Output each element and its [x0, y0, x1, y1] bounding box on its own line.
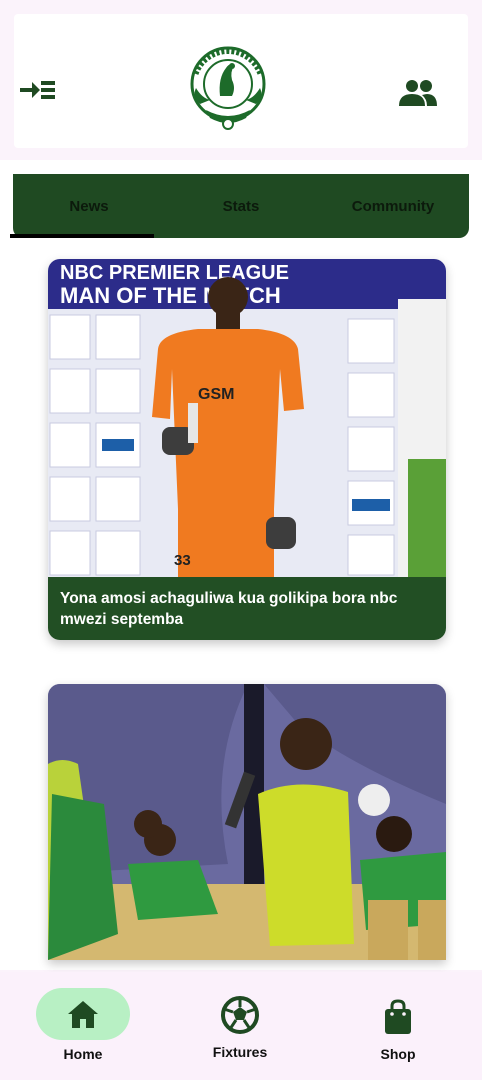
nav-fixtures[interactable]: Fixtures — [200, 992, 280, 1060]
community-people-icon[interactable] — [398, 78, 438, 108]
menu-open-icon[interactable] — [20, 78, 56, 102]
news-card[interactable]: NBC PREMIER LEAGUE MAN OF THE MATCH GSM … — [48, 259, 446, 640]
shirt-number: 33 — [174, 552, 191, 569]
active-nav-pill — [36, 988, 130, 1040]
active-tab-indicator — [10, 234, 154, 238]
news-card[interactable] — [48, 684, 446, 960]
shopping-bag-icon — [385, 999, 411, 1034]
club-logo — [186, 44, 270, 132]
soccer-ball-icon — [221, 996, 259, 1034]
home-icon — [68, 1001, 98, 1028]
nav-shop[interactable]: Shop — [360, 994, 436, 1062]
tab-stats[interactable]: Stats — [165, 174, 317, 238]
tab-community[interactable]: Community — [317, 174, 469, 238]
nav-shop-label: Shop — [380, 1046, 416, 1062]
news-image-goalkeeper: NBC PREMIER LEAGUE MAN OF THE MATCH GSM … — [48, 259, 446, 577]
tab-news[interactable]: News — [13, 174, 165, 238]
nav-fixtures-label: Fixtures — [212, 1044, 268, 1060]
section-tabs: News Stats Community — [13, 174, 469, 238]
news-caption: Yona amosi achaguliwa kua golikipa bora … — [48, 577, 446, 640]
banner-line1: NBC PREMIER LEAGUE — [60, 262, 289, 284]
nav-home[interactable]: Home — [36, 988, 130, 1062]
bottom-navigation: Home Fixtures Shop — [0, 972, 482, 1080]
news-image-event — [48, 684, 446, 960]
shirt-text: GSM — [198, 386, 234, 403]
nav-home-label: Home — [63, 1046, 103, 1062]
